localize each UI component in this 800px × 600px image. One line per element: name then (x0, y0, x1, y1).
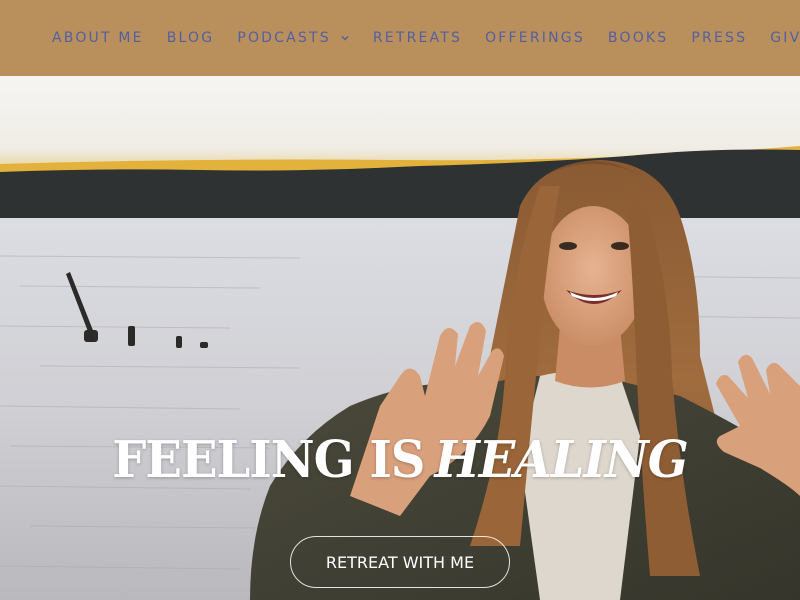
nav-about-me[interactable]: ABOUT ME (52, 30, 144, 46)
hero-title-part1: FEELING IS (112, 430, 425, 490)
hero-title: FEELING IS HEALING (0, 430, 800, 490)
chevron-down-icon (341, 35, 349, 41)
nav-books[interactable]: BOOKS (608, 30, 668, 46)
top-nav: ABOUT ME BLOG PODCASTS RETREATS OFFERING… (0, 0, 800, 76)
retreat-with-me-button[interactable]: RETREAT WITH ME (290, 536, 510, 588)
hero-photo (0, 76, 800, 600)
nav-podcasts[interactable]: PODCASTS (237, 30, 350, 46)
nav-offerings[interactable]: OFFERINGS (485, 30, 585, 46)
nav-press[interactable]: PRESS (691, 30, 747, 46)
nav-podcasts-label: PODCASTS (237, 30, 331, 46)
nav-retreats[interactable]: RETREATS (373, 30, 462, 46)
nav-menu: ABOUT ME BLOG PODCASTS RETREATS OFFERING… (52, 0, 800, 76)
nav-blog[interactable]: BLOG (167, 30, 215, 46)
hero-title-part2: HEALING (434, 430, 688, 490)
nav-give-back[interactable]: GIVE BA (770, 30, 800, 46)
hero-section: FEELING IS HEALING RETREAT WITH ME (0, 76, 800, 600)
